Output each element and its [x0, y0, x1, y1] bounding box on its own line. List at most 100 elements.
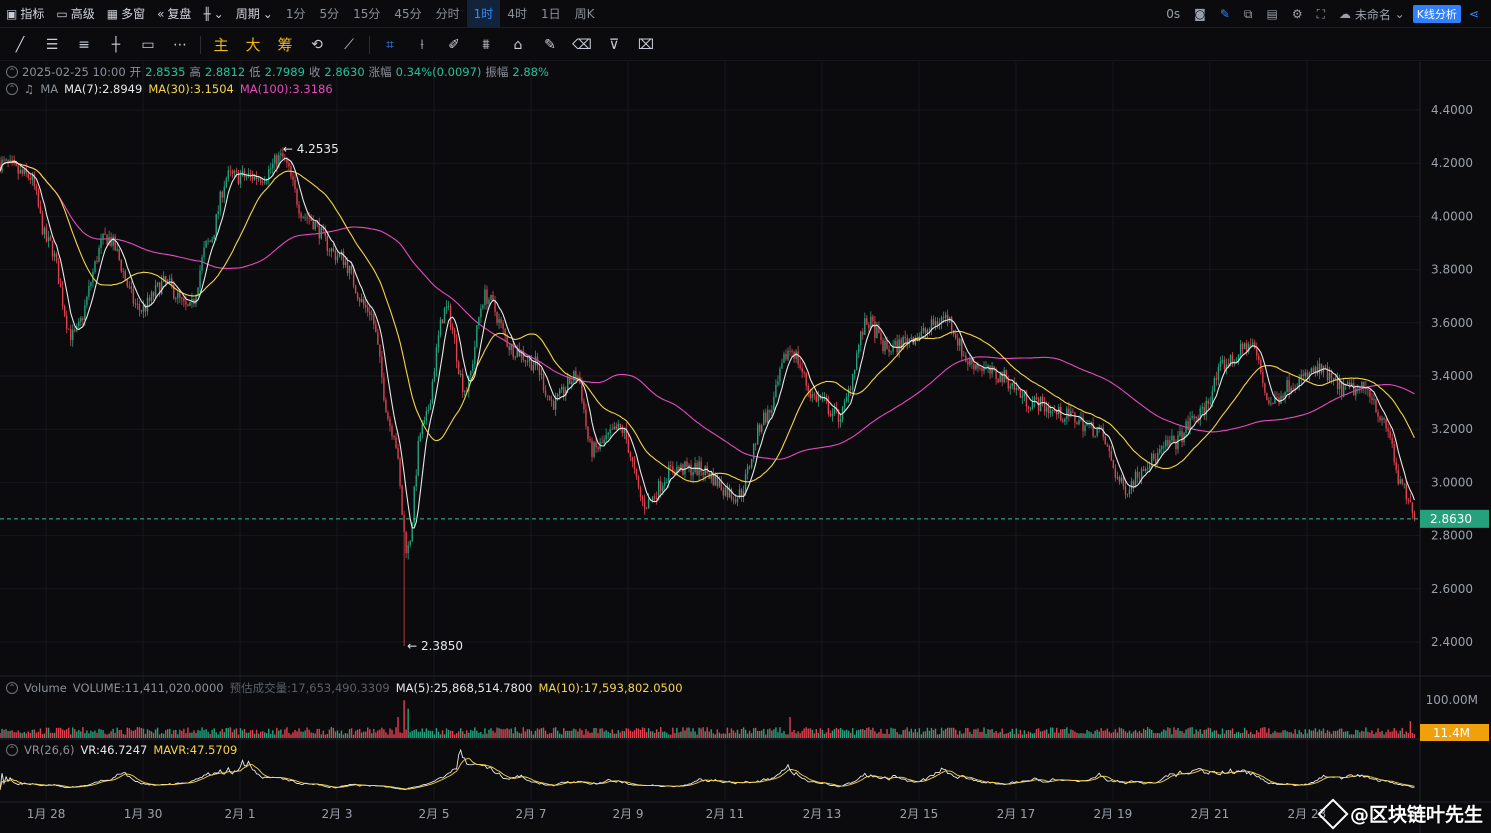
horizontal-lines-icon[interactable]: ≡	[68, 31, 100, 59]
measure-icon[interactable]: ⟋	[333, 31, 365, 59]
period-week[interactable]: 周K	[568, 0, 602, 28]
period-15m[interactable]: 15分	[346, 0, 387, 28]
eraser-icon[interactable]: ⌫	[566, 31, 598, 59]
collapse-icon[interactable]: ⌃	[6, 66, 18, 78]
period-button[interactable]: 周期 ⌄	[230, 0, 279, 28]
volume-bar	[516, 731, 518, 738]
volume-bar	[1066, 727, 1068, 738]
volume-bar	[1056, 727, 1058, 738]
volume-bar	[1338, 728, 1341, 738]
candle-body	[831, 413, 834, 417]
volume-bar	[152, 732, 155, 738]
more-icon[interactable]: ⋯	[164, 31, 196, 59]
candle-body	[868, 324, 870, 329]
brush-icon[interactable]: ✐	[438, 31, 470, 59]
edit-icon[interactable]: ✎	[534, 31, 566, 59]
candle-body	[449, 305, 452, 328]
chart-type-button[interactable]: ╫ ⌄	[197, 0, 229, 28]
volume-bar	[413, 729, 415, 738]
candle-body	[934, 321, 937, 326]
period-4h[interactable]: 4时	[500, 0, 534, 28]
advanced-button[interactable]: ▭ 高级	[50, 0, 100, 28]
pen-icon[interactable]: ✎	[1214, 0, 1236, 28]
volume-bar	[298, 728, 300, 738]
magnet-icon[interactable]: ⌗	[374, 31, 406, 59]
volume-bar	[257, 733, 260, 738]
collapse-icon[interactable]: ⌃	[6, 682, 18, 694]
volume-bar	[532, 734, 535, 738]
volume-bar	[1385, 732, 1387, 738]
share-icon[interactable]: ⋖	[1463, 0, 1485, 28]
candle-body	[1064, 418, 1066, 422]
volume-bar	[1310, 730, 1313, 738]
multi-window-button[interactable]: ▦ 多窗	[101, 0, 151, 28]
indicators-button[interactable]: ▣ 指标	[0, 0, 50, 28]
volume-bar	[203, 730, 205, 738]
volume-bar	[508, 729, 510, 738]
ruler-icon[interactable]: ⟊	[406, 31, 438, 59]
big-order-toggle[interactable]: 大	[237, 31, 269, 59]
trendline-icon[interactable]: ╱	[4, 31, 36, 59]
volume-bar	[884, 733, 886, 738]
parallel-lines-icon[interactable]: ☰	[36, 31, 68, 59]
volume-bar	[1013, 734, 1016, 738]
chips-toggle[interactable]: 筹	[269, 31, 301, 59]
volume-bar	[773, 729, 775, 738]
volume-bar	[1252, 734, 1254, 738]
volume-bar	[811, 729, 813, 738]
volume-bar	[1245, 730, 1248, 738]
time-tick-label: 2月 15	[900, 807, 939, 821]
period-timeshare[interactable]: 分时	[429, 0, 467, 28]
period-1m[interactable]: 1分	[279, 0, 313, 28]
layout-select[interactable]: ☁ 未命名 ⌄	[1333, 0, 1411, 28]
candle-body	[122, 271, 124, 273]
candle-body	[1108, 445, 1110, 452]
period-1d[interactable]: 1日	[534, 0, 568, 28]
volume-bar	[451, 730, 454, 738]
filter-icon[interactable]: ⊽	[598, 31, 630, 59]
volume-bar	[831, 730, 834, 738]
candle-body	[47, 236, 50, 242]
volume-bar	[49, 732, 52, 738]
kline-analysis-button[interactable]: K线分析	[1412, 5, 1461, 23]
collapse-icon[interactable]: ⌃	[6, 744, 18, 756]
candle-body	[785, 353, 787, 360]
ma100-value: MA(100):3.3186	[239, 82, 333, 96]
candle-body	[217, 211, 219, 215]
volume-bar	[839, 727, 842, 738]
volume-bar	[700, 728, 702, 738]
candle-body	[336, 256, 339, 261]
settings-icon[interactable]: ⚙	[1286, 0, 1309, 28]
volume-bar	[876, 733, 878, 738]
volume-bar	[1112, 732, 1115, 738]
template-icon[interactable]: ▤	[1260, 0, 1283, 28]
ma30-line	[0, 161, 1415, 483]
replay-button[interactable]: «复盘	[151, 0, 197, 28]
period-1h[interactable]: 1时	[466, 0, 501, 28]
bell-icon[interactable]: ♫	[24, 82, 34, 96]
fullscreen-icon[interactable]: ⛶	[1311, 0, 1331, 28]
lock-icon[interactable]: ⌂	[502, 31, 534, 59]
volume-bar	[17, 730, 19, 738]
period-45m[interactable]: 45分	[387, 0, 428, 28]
collapse-icon[interactable]: ⌃	[6, 83, 18, 95]
popout-icon[interactable]: ⧉	[1238, 0, 1259, 28]
pattern-icon[interactable]: ⩩	[470, 31, 502, 59]
main-chart-toggle[interactable]: 主	[205, 31, 237, 59]
candle-body	[1395, 461, 1397, 471]
kline-chart[interactable]: 4.4000 4.2000 4.0000 3.8000 3.6000 3.4000 3.20…	[0, 0, 1491, 833]
candle-body	[358, 298, 361, 302]
candle-body	[227, 170, 230, 179]
candle-body	[779, 368, 781, 382]
camera-icon[interactable]: ◙	[1188, 0, 1212, 28]
volume-bar	[670, 734, 672, 738]
rectangle-icon[interactable]: ▭	[132, 31, 164, 59]
sync-icon[interactable]: ⟲	[301, 31, 333, 59]
horizontal-ray-icon[interactable]: ┼	[100, 31, 132, 59]
trash-icon[interactable]: ⌧	[630, 31, 662, 59]
candle-body	[639, 487, 642, 497]
volume-bar	[750, 733, 753, 738]
period-5m[interactable]: 5分	[312, 0, 346, 28]
candle-body	[508, 346, 510, 350]
volume-bar	[1371, 730, 1373, 738]
